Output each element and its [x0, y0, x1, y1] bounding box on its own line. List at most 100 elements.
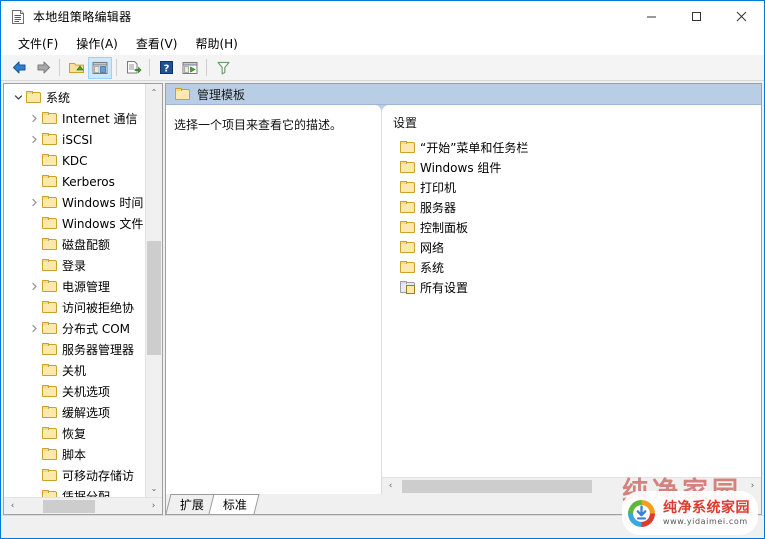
settings-list-item-label: 服务器 [420, 200, 457, 215]
menu-action[interactable]: 操作(A) [67, 33, 127, 54]
folder-icon [42, 133, 58, 146]
settings-list-item[interactable]: “开始”菜单和任务栏 [392, 137, 761, 157]
console-tree-pane: 系统 Internet 通信 iSCSI KDC Kerberos Windows 时间 W… [3, 83, 163, 515]
toolbar-separator [116, 59, 117, 76]
settings-list-item[interactable]: 所有设置 [392, 277, 761, 297]
folder-icon [400, 160, 416, 174]
toolbar-separator [206, 59, 207, 76]
watermark-text: 纯净系统家园 www.yidaimei.com [663, 501, 750, 526]
tab-standard[interactable]: 标准 [208, 494, 260, 514]
tree-item[interactable]: KDC [4, 150, 145, 171]
settings-list-item[interactable]: 系统 [392, 257, 761, 277]
funnel-filter-button[interactable] [211, 57, 235, 79]
tree-item[interactable]: 脚本 [4, 444, 145, 465]
chevron-right-icon[interactable] [26, 114, 42, 123]
help-button[interactable]: ? [154, 57, 178, 79]
tree-vscroll-track[interactable] [146, 101, 162, 480]
all-settings-overlay-icon [406, 284, 415, 294]
tree-vscroll-thumb[interactable] [147, 241, 161, 355]
folder-icon [42, 364, 58, 377]
show-console-tree-button[interactable] [88, 56, 112, 79]
tree-horizontal-scrollbar[interactable]: ‹ › [4, 497, 162, 514]
list-scroll-left-button[interactable]: ‹ [382, 481, 399, 491]
folder-icon [42, 301, 58, 314]
folder-icon [42, 196, 58, 209]
settings-column-header[interactable]: 设置 [392, 114, 761, 131]
tree-item[interactable]: Kerberos [4, 171, 145, 192]
tree-item-label: 分布式 COM [62, 322, 130, 336]
list-hscroll-thumb[interactable] [402, 479, 593, 493]
tree-item-label: 缓解选项 [62, 406, 111, 420]
chevron-down-icon[interactable] [10, 93, 26, 102]
tree-item[interactable]: 磁盘配额 [4, 234, 145, 255]
back-button[interactable] [7, 57, 31, 79]
tree-hscroll-track[interactable] [21, 499, 145, 514]
tree-item[interactable]: 登录 [4, 255, 145, 276]
tree-item[interactable]: 电源管理 [4, 276, 145, 297]
tree-item-label: 电源管理 [62, 280, 111, 294]
tree-scroll-left-button[interactable]: ‹ [4, 501, 21, 511]
settings-list-item-label: 打印机 [420, 180, 457, 195]
title-bar: 本地组策略编辑器 [1, 1, 764, 32]
export-list-button[interactable] [121, 57, 145, 79]
up-one-level-button[interactable] [64, 57, 88, 79]
tree-item-label: Windows 时间 [62, 196, 144, 210]
tree-item[interactable]: 访问被拒绝协 [4, 297, 145, 318]
tree-item[interactable]: Internet 通信 [4, 108, 145, 129]
maximize-button[interactable] [674, 1, 719, 32]
tree-item[interactable]: 关机选项 [4, 381, 145, 402]
tree-vertical-scrollbar[interactable]: ⌃ ⌄ [145, 84, 162, 497]
tree-item[interactable]: 凭据分配 [4, 486, 145, 497]
tree-item[interactable]: Windows 文件 [4, 213, 145, 234]
content-area: 系统 Internet 通信 iSCSI KDC Kerberos Windows 时间 W… [1, 81, 764, 515]
folder-icon [42, 448, 58, 461]
chevron-right-icon[interactable] [26, 282, 42, 291]
close-button[interactable] [719, 1, 764, 32]
tree-item-label: 关机 [62, 364, 87, 378]
settings-list-item[interactable]: 服务器 [392, 197, 761, 217]
tree-item[interactable]: 关机 [4, 360, 145, 381]
tree-scroll-right-button[interactable]: › [145, 501, 162, 511]
forward-button[interactable] [31, 57, 55, 79]
properties-button[interactable] [178, 57, 202, 79]
settings-list-item-label: 所有设置 [420, 280, 469, 295]
tree-item[interactable]: Windows 时间 [4, 192, 145, 213]
watermark-brand: 纯净系统家园 [663, 499, 750, 516]
tree-item-label: 服务器管理器 [62, 343, 135, 357]
tree-item[interactable]: 分布式 COM [4, 318, 145, 339]
tree-item[interactable]: iSCSI [4, 129, 145, 150]
tree-item[interactable]: 可移动存储访 [4, 465, 145, 486]
tree-scroll-up-button[interactable]: ⌃ [146, 84, 162, 101]
tree-hscroll-thumb[interactable] [43, 499, 96, 513]
settings-list-item[interactable]: 打印机 [392, 177, 761, 197]
folder-icon [400, 180, 416, 194]
settings-list-item-label: 系统 [420, 260, 445, 275]
chevron-right-icon[interactable] [26, 135, 42, 144]
settings-list-item[interactable]: 控制面板 [392, 217, 761, 237]
menu-help[interactable]: 帮助(H) [186, 33, 246, 54]
folder-icon [42, 469, 58, 482]
tree-item[interactable]: 系统 [4, 87, 145, 108]
folder-icon [400, 200, 416, 214]
folder-icon [175, 87, 191, 101]
tree-item-label: 磁盘配额 [62, 238, 111, 252]
tree-item[interactable]: 服务器管理器 [4, 339, 145, 360]
tree-scroll-down-button[interactable]: ⌄ [146, 480, 162, 497]
folder-icon [42, 322, 58, 335]
settings-list-item[interactable]: Windows 组件 [392, 157, 761, 177]
list-scroll-right-button[interactable]: › [744, 481, 761, 491]
minimize-button[interactable] [629, 1, 674, 32]
folder-icon [400, 220, 416, 234]
settings-list[interactable]: “开始”菜单和任务栏 Windows 组件打印机服务器控制面板 网络系统所有设置 [392, 137, 761, 297]
tree-item[interactable]: 恢复 [4, 423, 145, 444]
menu-file[interactable]: 文件(F) [9, 33, 67, 54]
toolbar-separator [59, 59, 60, 76]
settings-list-item[interactable]: 网络 [392, 237, 761, 257]
console-tree[interactable]: 系统 Internet 通信 iSCSI KDC Kerberos Windows 时间 W… [4, 84, 145, 497]
menu-view[interactable]: 查看(V) [127, 33, 187, 54]
tree-item[interactable]: 缓解选项 [4, 402, 145, 423]
chevron-right-icon[interactable] [26, 198, 42, 207]
chevron-right-icon[interactable] [26, 324, 42, 333]
folder-icon [42, 406, 58, 419]
folder-icon [400, 260, 416, 274]
